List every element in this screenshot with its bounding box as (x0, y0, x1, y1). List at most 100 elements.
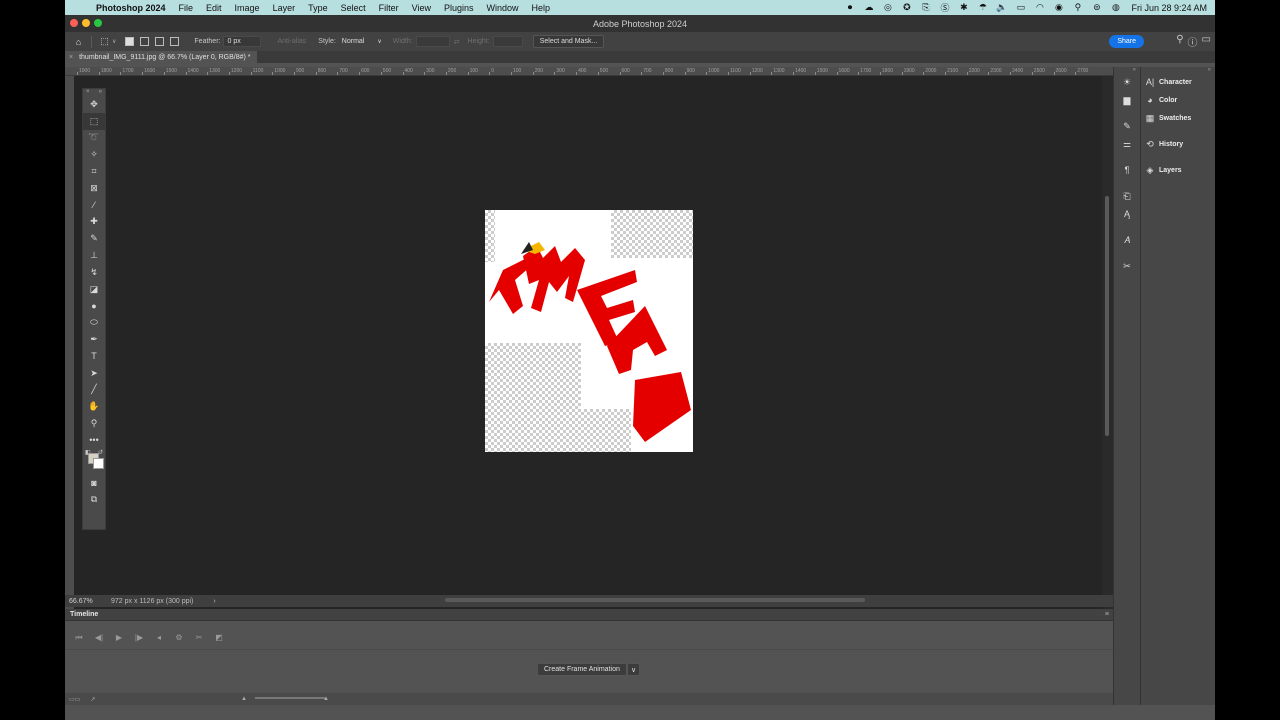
horizontal-scrollbar[interactable] (445, 598, 865, 602)
panel-history[interactable]: ⟲ History (1141, 135, 1215, 153)
ruler-label: 900 (296, 68, 305, 74)
panel-character[interactable]: A| Character (1141, 73, 1215, 91)
ruler-label: 1500 (816, 68, 828, 74)
panel-menu-icon[interactable]: ≡ (1105, 611, 1109, 618)
vertical-scrollbar[interactable] (1102, 76, 1113, 610)
eyedropper-tool[interactable]: ⁄ (83, 197, 105, 214)
ruler-tick (576, 72, 578, 75)
play-icon[interactable]: ▶ (109, 633, 129, 642)
ruler-tick (185, 72, 187, 75)
zoom-tool[interactable]: ⚲ (83, 415, 105, 432)
canvas-area[interactable] (74, 76, 1102, 610)
ruler-label: 400 (404, 68, 413, 74)
paragraph-icon[interactable]: ¶ (1114, 161, 1140, 179)
ruler-label: 2700 (1077, 68, 1089, 74)
lasso-tool[interactable]: ➰ (83, 130, 105, 147)
clone-source-icon[interactable]: ⎗ (1114, 187, 1140, 205)
pen-tool[interactable]: ✒ (83, 331, 105, 348)
ruler-label: 300 (426, 68, 435, 74)
rectangular-marquee-tool[interactable]: ⬚ (83, 112, 105, 130)
edit-toolbar[interactable]: ••• (83, 432, 105, 449)
pen-tool-icon: ✒ (90, 334, 98, 345)
tool-presets-icon[interactable]: ✂ (1114, 257, 1140, 275)
hand-tool-icon: ✋ (88, 401, 100, 412)
zoom-out-icon[interactable]: ▲ (241, 696, 247, 702)
settings-icon[interactable]: ⚙ (169, 633, 189, 642)
dodge-tool[interactable]: ⬭ (83, 314, 105, 331)
document-info[interactable]: 972 px x 1126 px (300 ppi) (111, 598, 193, 605)
frame-toggle-icon[interactable]: ▭▭ (69, 696, 80, 703)
clone-stamp-tool[interactable]: ⊥ (83, 247, 105, 264)
timeline-title[interactable]: Timeline (70, 611, 98, 618)
panel-icon-strip: « ☀ ▆ ✎ ⚌ ¶ ⎗ Ą 𝐴 ✂ (1113, 67, 1140, 705)
expand-toolbox-icon[interactable]: » (99, 89, 102, 96)
zoom-level[interactable]: 66.67% (65, 598, 111, 605)
status-arrow-icon[interactable]: › (213, 598, 215, 605)
adjustments-icon[interactable]: ☀ (1114, 73, 1140, 91)
screen-mode-icon[interactable]: ⧉ (83, 492, 105, 509)
frame-tool[interactable]: ⊠ (83, 180, 105, 197)
hand-tool[interactable]: ✋ (83, 398, 105, 415)
artwork-letters (489, 242, 691, 442)
ruler-tick (380, 72, 382, 75)
levels-icon[interactable]: ▆ (1114, 91, 1140, 109)
document-canvas[interactable] (485, 210, 693, 452)
first-frame-icon[interactable]: ⏮ (69, 633, 89, 643)
glyphs-icon[interactable]: 𝐴 (1114, 231, 1140, 249)
line-tool[interactable]: ╱ (83, 382, 105, 399)
ruler-tick (359, 72, 361, 75)
close-toolbox-icon[interactable]: × (86, 89, 90, 96)
split-icon[interactable]: ✂ (189, 633, 209, 642)
panel-swatches[interactable]: ▦ Swatches (1141, 109, 1215, 127)
ruler-tick (879, 72, 881, 75)
timeline-zoom-slider[interactable] (255, 697, 325, 699)
ruler-label: 1100 (730, 68, 741, 74)
letter-l-shape (489, 258, 531, 314)
convert-icon[interactable]: ↗ (90, 696, 95, 703)
scrollbar-thumb[interactable] (1105, 196, 1109, 436)
animation-type-dropdown[interactable]: ∨ (627, 663, 640, 676)
zoom-in-icon[interactable]: ▲ (323, 696, 329, 702)
ruler-tick (250, 72, 252, 75)
clone-stamp-tool-icon: ⊥ (90, 250, 98, 261)
color-swatches[interactable]: ◧ ↺ (83, 449, 105, 475)
history-label: History (1159, 140, 1184, 148)
eraser-tool-icon: ◪ (89, 283, 99, 294)
toolbox-header: × » (83, 89, 105, 96)
transition-icon[interactable]: ◩ (209, 633, 229, 642)
panel-layers[interactable]: ◈ Layers (1141, 161, 1215, 179)
history-icon: ⟲ (1146, 138, 1154, 149)
previous-frame-icon[interactable]: ◀| (89, 633, 109, 642)
ruler-tick (77, 72, 78, 75)
next-frame-icon[interactable]: |▶ (129, 633, 149, 642)
crop-tool[interactable]: ⌗ (83, 163, 105, 180)
spot-healing-tool[interactable]: ✚ (83, 214, 105, 231)
eraser-tool[interactable]: ◪ (83, 281, 105, 298)
gradient-tool[interactable]: ● (83, 298, 105, 315)
ruler-tick (1031, 72, 1033, 75)
ruler-label: 200 (447, 68, 457, 74)
move-tool[interactable]: ✥ (83, 96, 105, 113)
properties-icon[interactable]: ⚌ (1114, 135, 1140, 153)
layers-icon: ◈ (1146, 164, 1154, 175)
ruler-label: 2500 (1033, 68, 1045, 74)
character-styles-icon[interactable]: Ą (1114, 205, 1140, 223)
ruler-tick (142, 72, 144, 75)
magic-wand-tool[interactable]: ✧ (83, 146, 105, 163)
background-color[interactable] (93, 457, 104, 469)
history-brush-tool[interactable]: ↯ (83, 264, 105, 281)
ruler-label: 700 (643, 68, 652, 74)
panel-color[interactable]: ◕ Color (1141, 91, 1215, 109)
lasso-tool-icon: ➰ (88, 132, 100, 143)
ruler-label: 400 (578, 68, 587, 74)
quick-mask-icon[interactable]: ◙ (83, 475, 105, 492)
path-selection-tool[interactable]: ➤ (83, 365, 105, 382)
create-frame-animation-button[interactable]: Create Frame Animation (537, 663, 627, 676)
brush-settings-icon[interactable]: ✎ (1114, 117, 1140, 135)
ruler-label: 100 (513, 68, 522, 74)
ruler-tick (966, 72, 968, 75)
ruler-label: 900 (686, 68, 695, 74)
audio-icon[interactable]: ◂ (149, 633, 169, 642)
brush-tool[interactable]: ✎ (83, 230, 105, 247)
type-tool[interactable]: T (83, 348, 105, 365)
